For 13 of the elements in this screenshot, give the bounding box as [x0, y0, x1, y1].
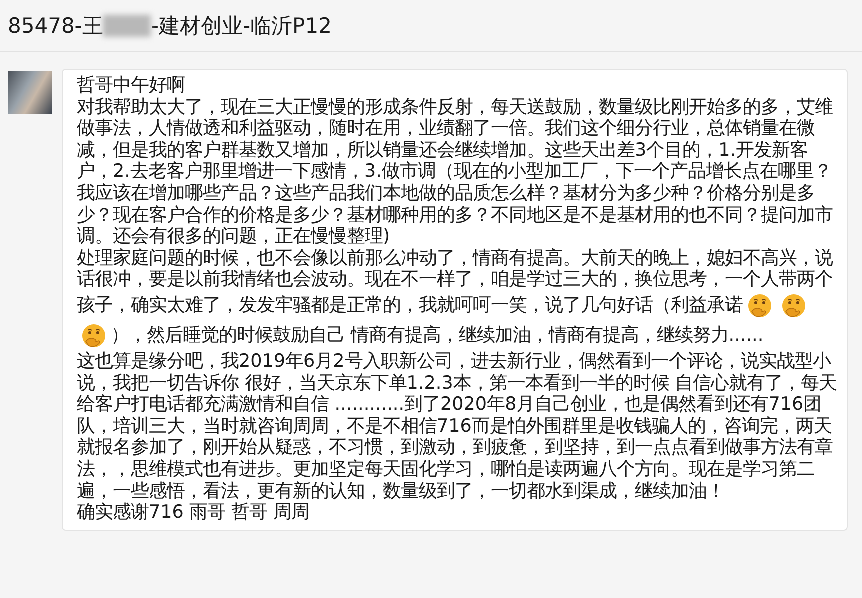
message-text: ），然后睡觉的时候鼓励自己 情商有提高，继续加油，情商有提高，继续努力......	[111, 324, 764, 346]
message-text: 对我帮助太大了，现在三大正慢慢的形成条件反射，每天送鼓励，数量级比刚开始多的多，艾维做事法，人情做透和利益驱动，随时在用，业绩翻了一倍。我们这个细分行业，总体销量在微减，但是我的客户群基数又增加，所以销量还会继续增加。这些天出差3个目的，1.开发新客户，2.去老客户那里增进一下感情，3.做市调（现在的小型加工厂，下一个产品增长点在哪里？我应该在增加哪些产品？这些产品我们本地做的品质怎么样？基材分为多少种？价格分别是多少？现在客户合作的价格是多少？基材哪种用的多？不同地区是不是基材用的也不同？提问加市调。还会有很多的问题，正在慢慢整理)	[77, 96, 833, 248]
chat-title: -建材创业-临沂P12	[151, 12, 332, 40]
message-text: 处理家庭问题的时候，也不会像以前那么冲动了，情商有提高。大前天的晚上，媳妇不高兴，说话很冲，要是以前我情绪也会波动。现在不一样了，咱是学过三大的，换位思考，一个人带两个	[77, 248, 834, 291]
message-text: 哲哥中午好啊	[77, 75, 185, 96]
chat-title: 85478-王	[8, 12, 104, 40]
message-text: 这也算是缘分吧，我2019年6月2号入职新公司，进去新行业，偶然看到一个评论，说实战型小说，我把一切告诉你 很好，当天京东下单1.2.3本，第一本看到一半的时候 自信心就有了，每天给客户打电话都充满激情和自信 ............到了2020年8月自己创业，也是偶然看到还有716团队，培训三大，当时就咨询周周，不是不相信716而是怕外围群里是收钱骗人的，咨询完，两天就报名参加了，刚开始从疑惑，不习惯，到激动，到疲惫，到坚持，到一点点看到做事方法有章法，，思维模式也有进步。更加坚定每天固化学习，哪怕是读两遍八个方向。现在是学习第二遍，一些感悟，看法，更有新的认知，数量级到了，一切都水到渠成，继续加油！	[77, 350, 838, 502]
message-text: 孩子，确实太难了，发发牢骚都是正常的，我就呵呵一笑，说了几句好话（利益承诺	[77, 294, 743, 316]
emoji-icon	[81, 322, 107, 349]
emoji-icon	[747, 292, 773, 319]
avatar-photo-placeholder	[8, 71, 52, 114]
emoji-icon	[781, 292, 807, 319]
message-text: 确实感谢716 雨哥 哲哥 周周	[77, 502, 310, 524]
